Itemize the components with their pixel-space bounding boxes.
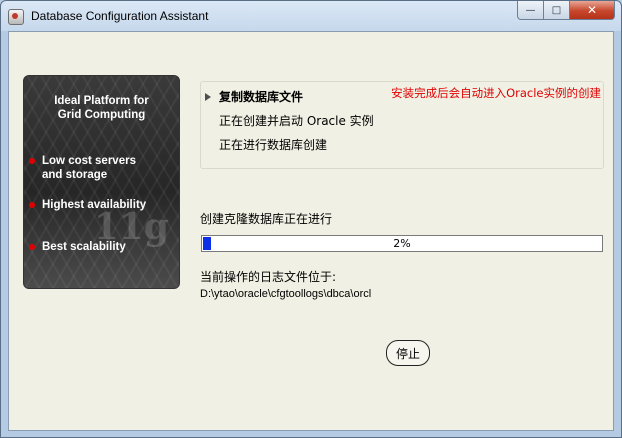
step-item-current: 复制数据库文件 [205, 88, 303, 105]
progress-percent: 2% [393, 237, 411, 250]
window-title: Database Configuration Assistant [31, 9, 209, 23]
dbca-window: Database Configuration Assistant — □ ✕ I… [0, 0, 622, 438]
stop-button[interactable]: 停止 [386, 340, 430, 366]
bullet-dot-icon [29, 244, 35, 250]
step-item: 正在创建并启动 Oracle 实例 [219, 114, 374, 128]
close-button[interactable]: ✕ [570, 1, 615, 20]
minimize-button[interactable]: — [517, 1, 544, 20]
oracle-11g-watermark: 11g [93, 206, 169, 248]
annotation-note: 安装完成后会自动进入Oracle实例的创建 [391, 86, 601, 100]
log-path: D:\ytao\oracle\cfgtoollogs\dbca\orcl [200, 288, 372, 300]
bullet-dot-icon [29, 158, 35, 164]
current-step-arrow-icon [205, 93, 211, 101]
progress-steps-panel: 复制数据库文件 正在创建并启动 Oracle 实例 正在进行数据库创建 安装完成… [200, 81, 604, 169]
dbca-app-icon [8, 9, 24, 25]
title-bar[interactable]: Database Configuration Assistant — □ ✕ [1, 1, 621, 31]
step-item: 正在进行数据库创建 [219, 138, 328, 152]
caption-buttons: — □ ✕ [517, 1, 615, 21]
progress-bar: 2% [201, 235, 603, 252]
dialog-body: Ideal Platform for Grid Computing Low co… [8, 31, 614, 431]
promo-title: Ideal Platform for Grid Computing [54, 95, 149, 121]
promo-bullet: Low cost servers and storage [29, 154, 136, 182]
log-label: 当前操作的日志文件位于: [200, 270, 337, 284]
progress-label: 创建克隆数据库正在进行 [200, 212, 333, 226]
maximize-button[interactable]: □ [544, 1, 570, 20]
bullet-dot-icon [29, 202, 35, 208]
oracle-promo-panel: Ideal Platform for Grid Computing Low co… [23, 75, 180, 289]
